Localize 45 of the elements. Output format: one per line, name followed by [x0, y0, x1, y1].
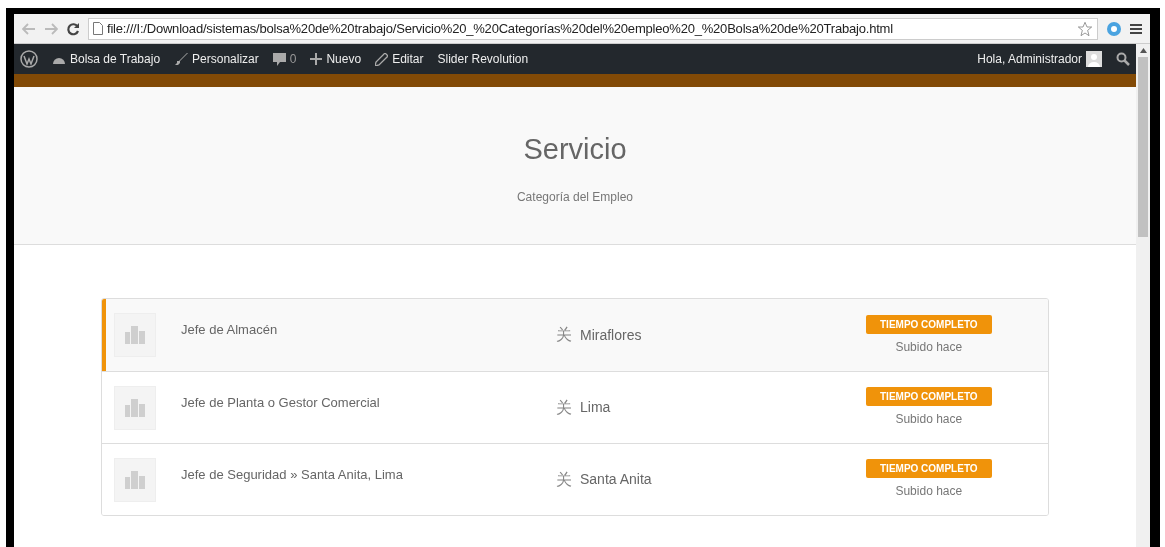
brush-icon: [174, 52, 189, 66]
back-icon[interactable]: [22, 22, 36, 35]
avatar-icon: [1086, 51, 1102, 67]
site-link[interactable]: Bolsa de Trabajo: [52, 50, 161, 68]
location-icon: 关: [556, 323, 572, 347]
posted-date: Subido hace: [895, 338, 963, 356]
scrollbar[interactable]: [1136, 44, 1150, 547]
job-title[interactable]: Jefe de Almacén: [181, 322, 278, 337]
job-row[interactable]: Jefe de Seguridad » Santa Anita, Lima 关 Santa Anita TIEMPO COMPLETO Subido hace: [102, 443, 1048, 515]
location-icon: 关: [556, 395, 572, 420]
star-icon[interactable]: [1077, 20, 1093, 37]
forward-icon[interactable]: [44, 22, 58, 35]
job-type-badge: TIEMPO COMPLETO: [866, 314, 992, 334]
address-bar[interactable]: file:///I:/Download/sistemas/bolsa%20de%20trabajo/Servicio%20_%20Categorías%20del%20empleo%20_%20Bolsa%20de%20Trabajo.html: [88, 17, 1098, 40]
job-location: Santa Anita: [580, 470, 652, 489]
job-row[interactable]: Jefe de Almacén 关 Miraflores TIEMPO COMPLETO Subido hace: [102, 299, 1048, 371]
new-link[interactable]: Nuevo: [310, 50, 362, 68]
slider-link[interactable]: Slider Revolution: [437, 50, 529, 68]
customize-link[interactable]: Personalizar: [174, 50, 259, 68]
account-link[interactable]: Hola, Administrador: [977, 50, 1102, 68]
job-type-badge: TIEMPO COMPLETO: [866, 387, 992, 406]
comments-link[interactable]: 0: [272, 50, 297, 68]
location-icon: 关: [556, 467, 572, 492]
scrollbar-thumb[interactable]: [1138, 57, 1148, 237]
job-title[interactable]: Jefe de Seguridad » Santa Anita, Lima: [181, 467, 403, 482]
page-subtitle: Categoría del Empleo: [516, 189, 634, 206]
job-location: Lima: [580, 398, 611, 417]
job-title[interactable]: Jefe de Planta o Gestor Comercial: [181, 395, 380, 410]
wordpress-icon[interactable]: [20, 50, 38, 68]
comment-icon: [272, 52, 286, 66]
extension-icon[interactable]: [1106, 20, 1122, 37]
job-location: Miraflores: [580, 325, 642, 345]
page-title: Servicio: [523, 135, 627, 164]
edit-link[interactable]: Editar: [375, 50, 424, 68]
search-icon[interactable]: [1116, 52, 1130, 66]
plus-icon: [310, 53, 323, 65]
menu-icon[interactable]: [1130, 22, 1142, 35]
url-text: file:///I:/Download/sistemas/bolsa%20de%20trabajo/Servicio%20_%20Categorías%20del%20empleo%20_%20Bolsa%20de%20Trabajo.html: [107, 19, 893, 38]
posted-date: Subido hace: [895, 483, 963, 500]
scroll-up-icon[interactable]: [1139, 48, 1147, 53]
pencil-icon: [375, 52, 389, 66]
job-type-badge: TIEMPO COMPLETO: [866, 459, 992, 478]
file-icon: [93, 22, 103, 35]
posted-date: Subido hace: [895, 411, 963, 428]
reload-icon[interactable]: [66, 21, 80, 36]
